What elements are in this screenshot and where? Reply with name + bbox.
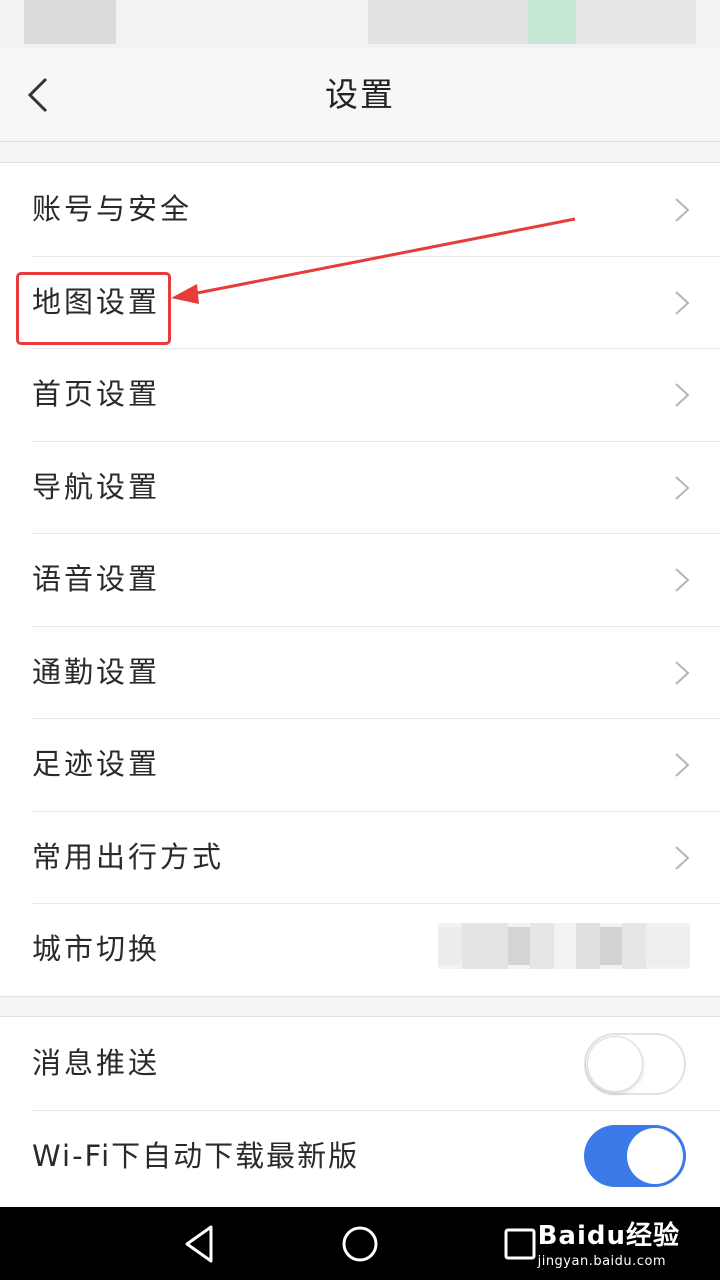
settings-item-label: 城市切换: [32, 932, 161, 966]
settings-item-label: 常用出行方式: [32, 839, 225, 874]
settings-item-label: 账号与安全: [32, 192, 193, 226]
settings-item-footprint[interactable]: 足迹设置: [0, 718, 720, 811]
toggle-knob: [627, 1127, 683, 1184]
recents-square-icon[interactable]: [497, 1221, 543, 1267]
chevron-right-icon: [675, 660, 690, 685]
settings-item-label: 通勤设置: [32, 654, 161, 689]
settings-item-push: 消息推送: [0, 1017, 720, 1110]
settings-item-home[interactable]: 首页设置: [0, 348, 720, 441]
settings-list: 账号与安全 地图设置 首页设置 导航设置 语音设置 通勤设置 足迹设置 常用出行…: [0, 162, 720, 997]
settings-item-wifi-update: Wi-Fi下自动下载最新版: [0, 1109, 720, 1203]
watermark-logo: Baidu经验: [537, 1221, 680, 1251]
status-bar-blur: [24, 0, 116, 44]
settings-item-travel-mode[interactable]: 常用出行方式: [0, 810, 720, 904]
status-bar-blur: [528, 0, 576, 44]
settings-item-city-switch[interactable]: 城市切换: [0, 903, 720, 996]
settings-item-voice[interactable]: 语音设置: [0, 533, 720, 626]
toggle-knob: [587, 1036, 643, 1092]
chevron-right-icon: [675, 290, 690, 315]
settings-item-navigation[interactable]: 导航设置: [0, 440, 720, 534]
back-arrow-icon: [27, 77, 48, 113]
settings-toggles: 消息推送 Wi-Fi下自动下载最新版: [0, 1016, 720, 1207]
push-toggle[interactable]: [584, 1033, 686, 1095]
settings-item-commute[interactable]: 通勤设置: [0, 625, 720, 719]
page-title: 设置: [325, 75, 395, 114]
status-bar-blur: [576, 0, 696, 44]
settings-item-label: 首页设置: [32, 377, 161, 411]
settings-item-label: 语音设置: [32, 562, 161, 596]
status-bar-blur: [368, 0, 528, 44]
baidu-jingyan-watermark: Baidu经验 jingyan.baidu.com: [538, 1215, 680, 1269]
settings-item-account-security[interactable]: 账号与安全: [0, 163, 720, 256]
title-bar: 设置: [0, 48, 720, 142]
settings-item-map[interactable]: 地图设置: [0, 255, 720, 349]
chevron-right-icon: [675, 475, 690, 500]
wifi-update-toggle[interactable]: [584, 1124, 686, 1187]
back-button[interactable]: [16, 68, 64, 122]
system-nav-bar: Baidu经验 jingyan.baidu.com: [0, 1207, 720, 1280]
chevron-right-icon: [675, 568, 690, 592]
settings-item-label: 导航设置: [32, 469, 161, 504]
status-bar: [0, 0, 720, 48]
chevron-right-icon: [675, 383, 690, 407]
home-circle-icon[interactable]: [337, 1221, 383, 1267]
wifi-update-label: Wi-Fi下自动下载最新版: [32, 1138, 360, 1173]
watermark-url: jingyan.baidu.com: [537, 1254, 667, 1269]
chevron-right-icon: [675, 845, 690, 870]
chevron-right-icon: [675, 753, 690, 777]
chevron-right-icon: [675, 198, 690, 222]
settings-item-label: 足迹设置: [32, 747, 161, 781]
city-value-blur: [438, 923, 690, 969]
back-triangle-icon[interactable]: [177, 1221, 223, 1267]
push-label: 消息推送: [32, 1046, 161, 1080]
settings-item-label: 地图设置: [32, 284, 161, 319]
